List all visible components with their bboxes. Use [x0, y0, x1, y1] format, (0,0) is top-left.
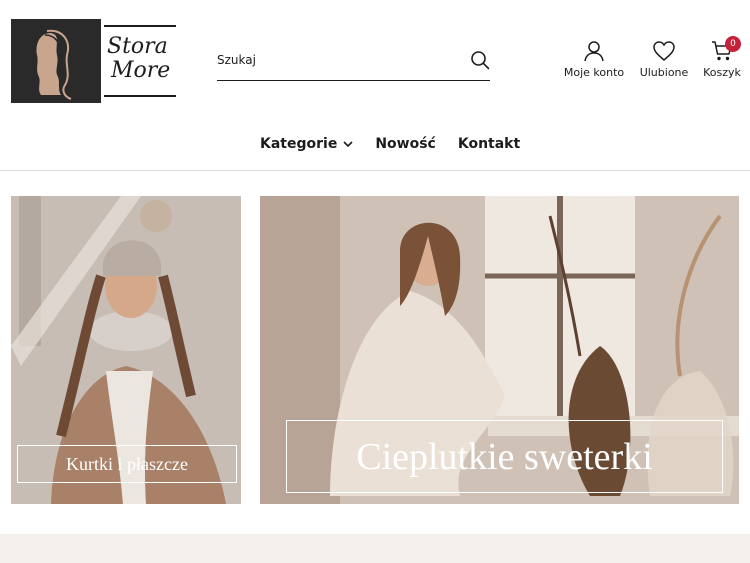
sweaters-category-label: Cieplutkie sweterki: [356, 435, 653, 478]
cart-count-badge: 0: [725, 36, 741, 52]
logo-line-2: More: [111, 58, 171, 83]
wishlist-label: Ulubione: [639, 66, 689, 79]
search-input[interactable]: [217, 42, 457, 78]
logo-line-1: Stora: [107, 34, 168, 59]
logo-emblem: [11, 19, 101, 103]
user-icon: [584, 41, 604, 62]
coats-category-label: Kurtki i płaszcze: [66, 453, 188, 474]
wishlist-link[interactable]: Ulubione: [638, 40, 690, 79]
cart-label: Koszyk: [703, 66, 741, 79]
nav-item-categories[interactable]: Kategorie: [260, 136, 353, 152]
banner-coats[interactable]: Kurtki i płaszcze: [11, 196, 241, 504]
heart-icon: [653, 41, 675, 61]
nav-item-categories-label: Kategorie: [260, 136, 338, 152]
logo-rule-bottom: [104, 95, 176, 97]
chevron-down-icon: [343, 141, 353, 148]
logo-wordmark: Stora More: [107, 35, 177, 83]
sweaters-category-button[interactable]: Cieplutkie sweterki: [286, 420, 723, 493]
brand-logo[interactable]: Stora More: [11, 19, 177, 103]
logo-rule-top: [104, 25, 176, 27]
cart-link[interactable]: 0 Koszyk: [702, 36, 742, 79]
nav-item-new[interactable]: Nowość: [375, 136, 436, 152]
nav-item-contact[interactable]: Kontakt: [458, 136, 520, 152]
coats-category-button[interactable]: Kurtki i płaszcze: [17, 445, 237, 483]
search-bar: [217, 42, 490, 81]
main-navigation: Kategorie Nowość Kontakt: [0, 128, 750, 171]
search-icon[interactable]: [470, 50, 490, 70]
nav-item-contact-label: Kontakt: [457, 136, 521, 152]
my-account-label: Moje konto: [563, 66, 625, 79]
next-section-strip: [0, 534, 750, 563]
nav-item-new-label: Nowość: [375, 136, 436, 152]
my-account-link[interactable]: Moje konto: [563, 40, 625, 79]
woman-silhouette-icon: [36, 29, 72, 100]
banner-sweaters[interactable]: Cieplutkie sweterki: [260, 196, 739, 504]
